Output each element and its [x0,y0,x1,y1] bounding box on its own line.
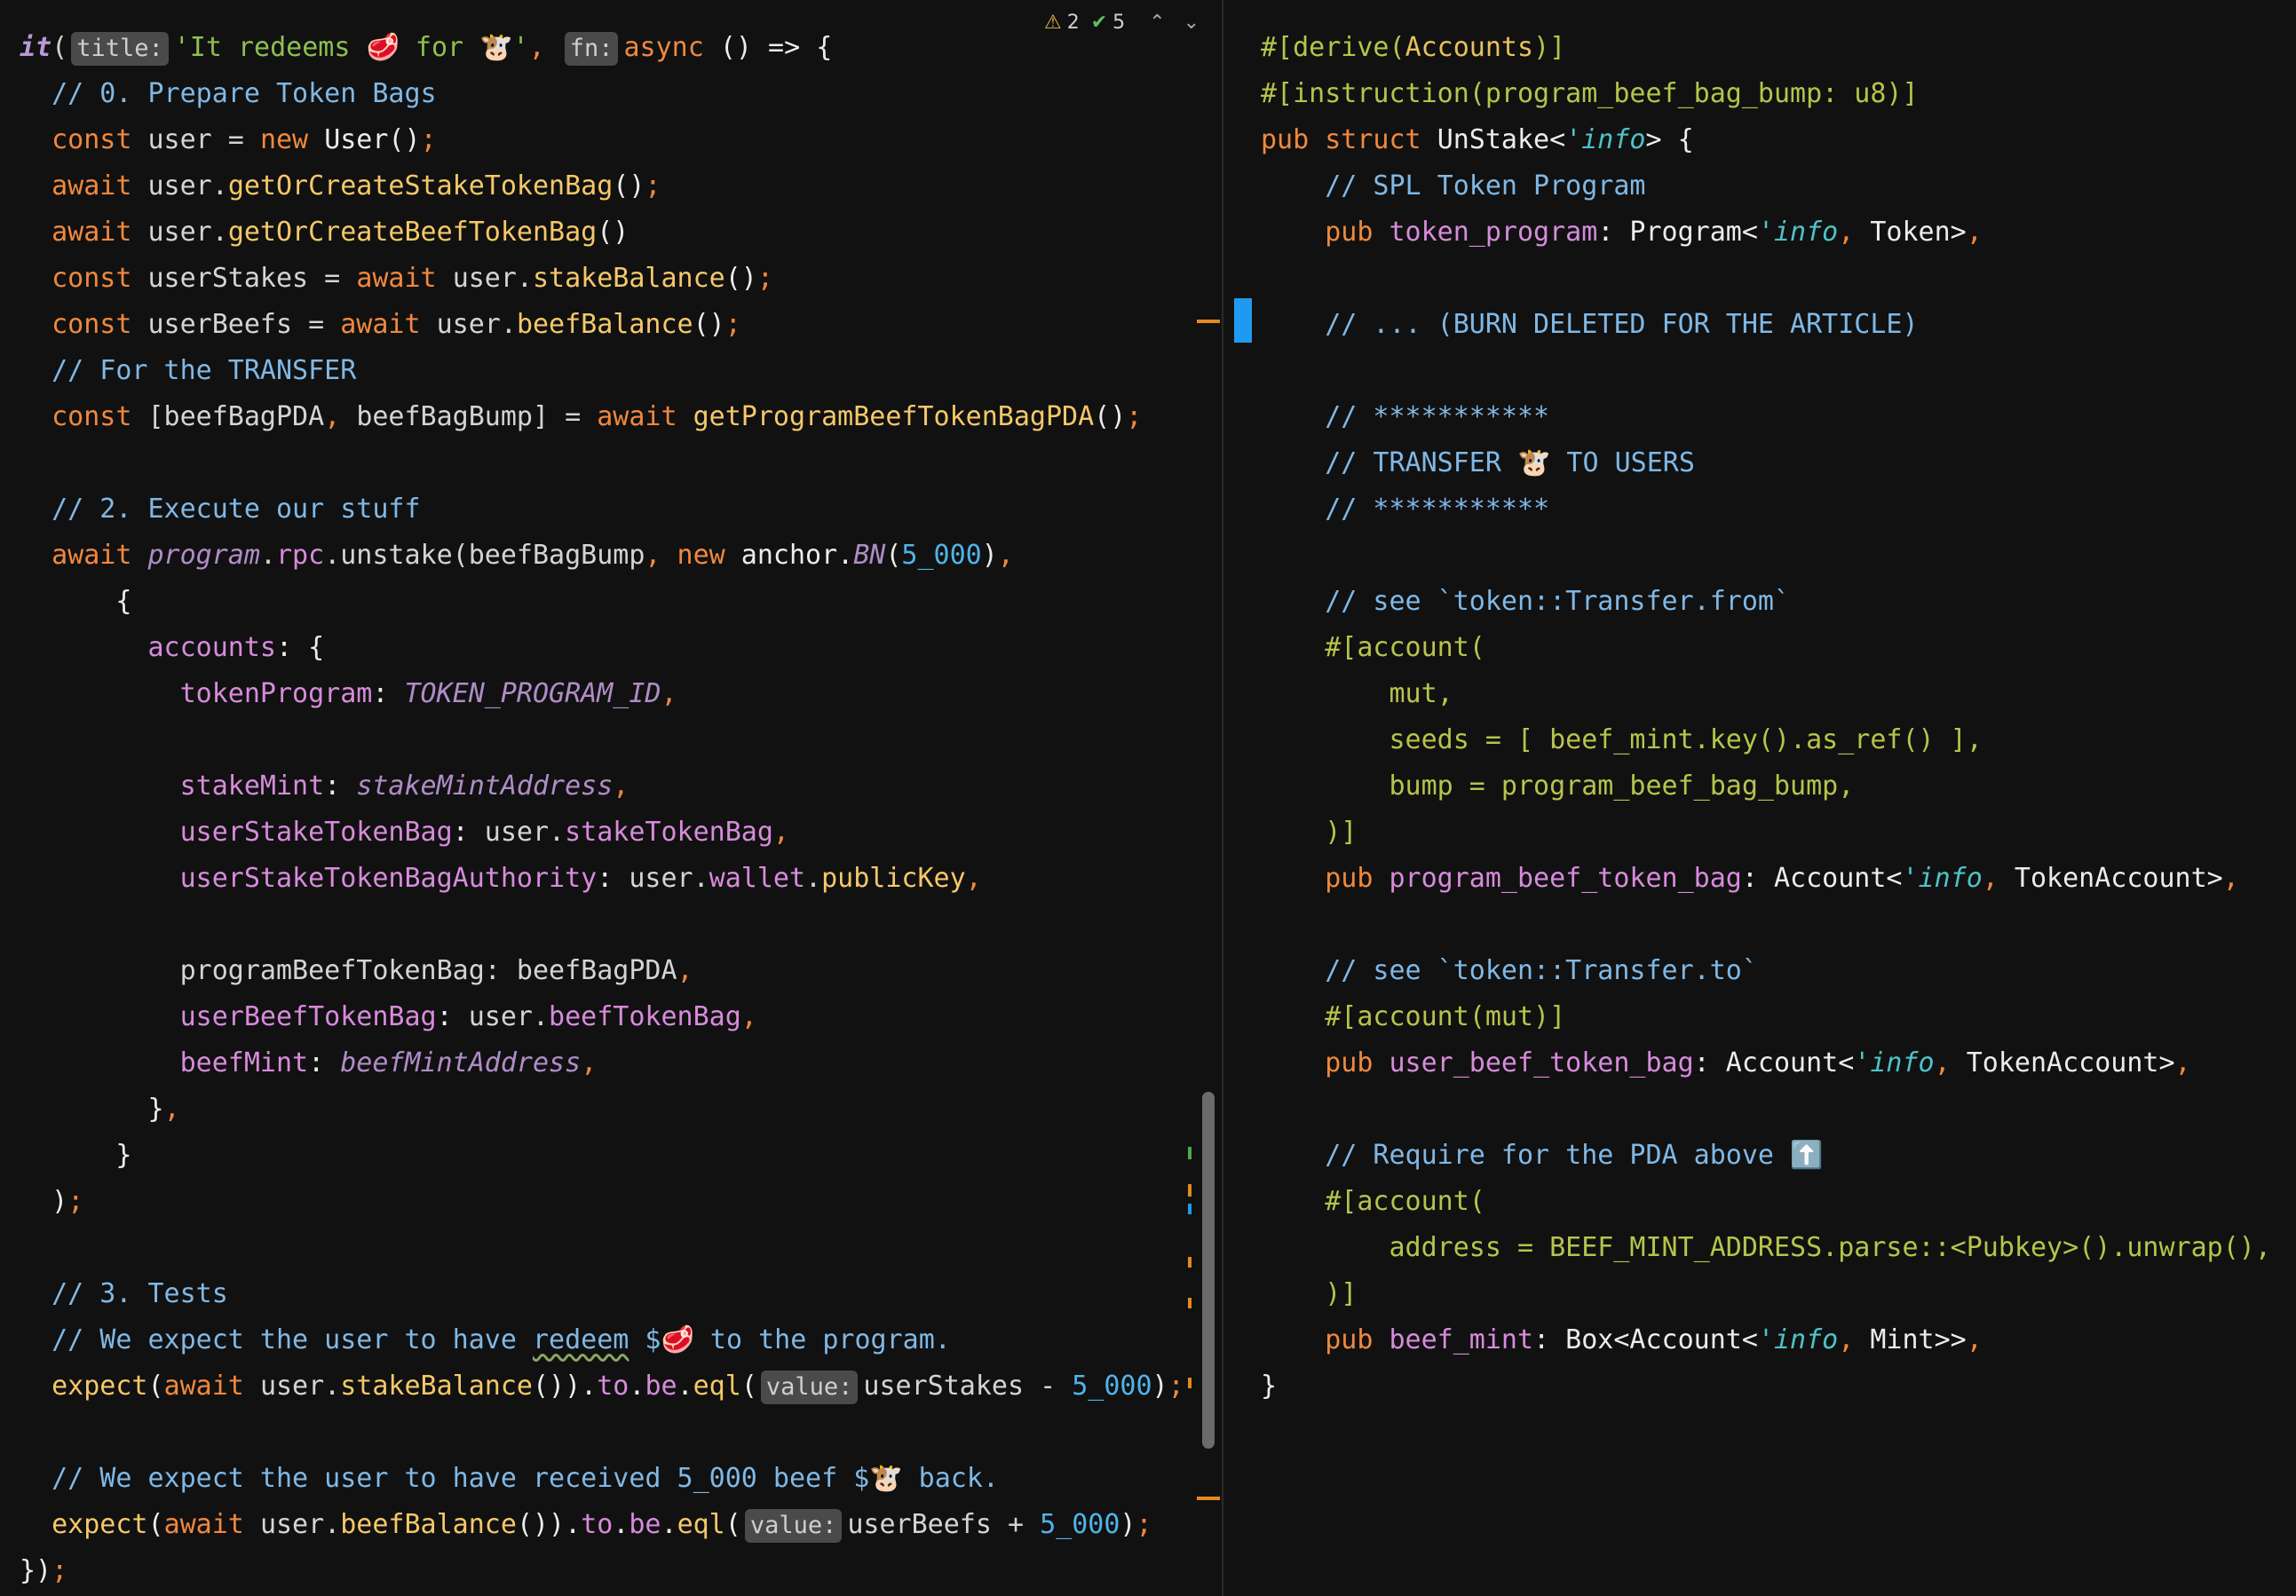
left-code-lines[interactable]: it(title: 'It redeems 🥩 for 🐮', fn: async … [20,25,1222,1594]
code-line: beefMint: beefMintAddress, [179,1047,598,1078]
code-line: // SPL Token Program [1325,170,1646,201]
param-hint-title: title: [71,31,169,66]
code-line: userStakeTokenBag: user.stakeTokenBag, [179,817,789,848]
code-line: pub beef_mint: Box<Account<'info, Mint>>… [1325,1324,1983,1355]
change-marker-orange[interactable] [1188,1378,1192,1388]
left-editor-pane[interactable]: ⚠ 2 ✔ 5 ⌃ ⌄ it(title: 'It redeems 🥩 for 🐮', … [0,0,1222,1596]
code-line: }, [147,1094,180,1125]
code-line: stakeMint: stakeMintAddress, [179,770,629,802]
code-line: // 2. Execute our stuff [51,494,421,525]
code-line: )] [1325,1278,1358,1309]
code-line: #[account( [1325,1186,1485,1217]
code-line: #[account( [1325,632,1485,663]
code-line: )] [1325,817,1358,848]
code-line: }); [20,1555,68,1586]
code-line: // For the TRANSFER [51,355,357,386]
code-line: await user.getOrCreateBeefTokenBag() [51,217,629,248]
code-line: expect(await user.stakeBalance()).to.be.… [20,1363,1222,1410]
code-line: #[account(mut)] [1325,1001,1566,1032]
code-line: // see `token::Transfer.from` [1325,586,1791,617]
code-line: pub user_beef_token_bag: Account<'info, … [1325,1047,2191,1078]
code-line: // *********** [1325,401,1550,432]
code-line: userBeefTokenBag: user.beefTokenBag, [179,1001,757,1032]
code-line: it(title: 'It redeems 🥩 for 🐮', fn: async … [20,25,1222,71]
code-line: } [115,1140,132,1171]
right-code-lines[interactable]: #[derive(Accounts)] #[instruction(progra… [1261,25,2296,1410]
param-hint-value: value: [760,1370,859,1404]
diff-marker[interactable] [1197,1497,1220,1500]
code-line: { [115,586,132,617]
code-line: const userStakes = await user.stakeBalan… [51,263,773,294]
code-line: // see `token::Transfer.to` [1325,955,1758,986]
code-line: #[derive(Accounts)] [1261,32,1566,63]
code-line: // TRANSFER 🐮 TO USERS [1325,447,1695,478]
bookmark-marker[interactable] [1234,298,1252,343]
code-line: #[instruction(program_beef_bag_bump: u8)… [1261,78,1919,109]
code-line: accounts: { [147,632,325,663]
diff-marker[interactable] [1197,320,1220,323]
change-marker-orange[interactable] [1188,1184,1192,1197]
change-marker-green[interactable] [1188,1147,1192,1159]
code-line: // We expect the user to have received 5… [51,1463,999,1494]
code-line: await program.rpc.unstake(beefBagBump, n… [51,540,1014,571]
code-line: // *********** [1325,494,1550,525]
right-editor-pane[interactable]: #[derive(Accounts)] #[instruction(progra… [1223,0,2296,1596]
code-line: // Require for the PDA above ⬆️ [1325,1140,1824,1171]
code-line: const userBeefs = await user.beefBalance… [51,309,741,340]
code-line: pub program_beef_token_bag: Account<'inf… [1325,863,2239,894]
change-marker-orange[interactable] [1188,1257,1192,1268]
code-line: userStakeTokenBagAuthority: user.wallet.… [179,863,982,894]
code-line: await user.getOrCreateStakeTokenBag(); [51,170,661,201]
code-line: seeds = [ beef_mint.key().as_ref() ], [1389,724,1983,755]
code-line: } [1261,1371,1278,1402]
left-scrollbar[interactable] [1202,1092,1215,1449]
scrollbar-thumb[interactable] [1202,1092,1215,1449]
code-line: pub struct UnStake<'info> { [1261,124,1694,155]
change-marker-orange[interactable] [1188,1298,1192,1308]
change-marker-blue[interactable] [1188,1204,1192,1214]
code-line: address = BEEF_MINT_ADDRESS.parse::<Pubk… [1389,1232,2271,1263]
code-line: // ... (BURN DELETED FOR THE ARTICLE) [1325,309,1919,340]
code-line: // We expect the user to have redeem $🥩 … [51,1324,951,1355]
code-line: tokenProgram: TOKEN_PROGRAM_ID, [179,678,677,709]
code-line: // 3. Tests [51,1278,228,1309]
code-line: bump = program_beef_bag_bump, [1389,770,1855,802]
code-line: expect(await user.beefBalance()).to.be.e… [20,1502,1222,1548]
param-hint-fn: fn: [564,31,619,66]
code-line: pub token_program: Program<'info, Token>… [1325,217,1983,248]
code-line: mut, [1389,678,1453,709]
code-line: const [beefBagPDA, beefBagBump] = await … [51,401,1143,432]
param-hint-value: value: [744,1508,843,1543]
code-line: const user = new User(); [51,124,437,155]
code-line: ); [51,1186,84,1217]
code-line: programBeefTokenBag: beefBagPDA, [179,955,693,986]
code-line: // 0. Prepare Token Bags [51,78,437,109]
